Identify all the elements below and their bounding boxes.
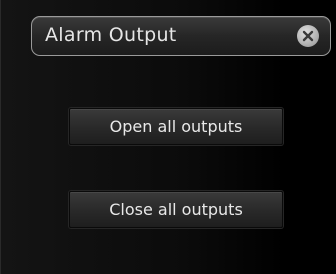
open-all-outputs-label: Open all outputs — [109, 117, 243, 136]
dialog-title-bar: Alarm Output — [31, 16, 331, 56]
close-button[interactable] — [297, 25, 319, 47]
alarm-output-dialog: Alarm Output Open all outputs Close all … — [0, 0, 336, 274]
open-all-outputs-button[interactable]: Open all outputs — [69, 108, 283, 145]
dialog-title: Alarm Output — [45, 24, 177, 46]
close-all-outputs-label: Close all outputs — [109, 200, 243, 219]
close-all-outputs-button[interactable]: Close all outputs — [69, 191, 283, 228]
close-icon — [302, 30, 314, 42]
